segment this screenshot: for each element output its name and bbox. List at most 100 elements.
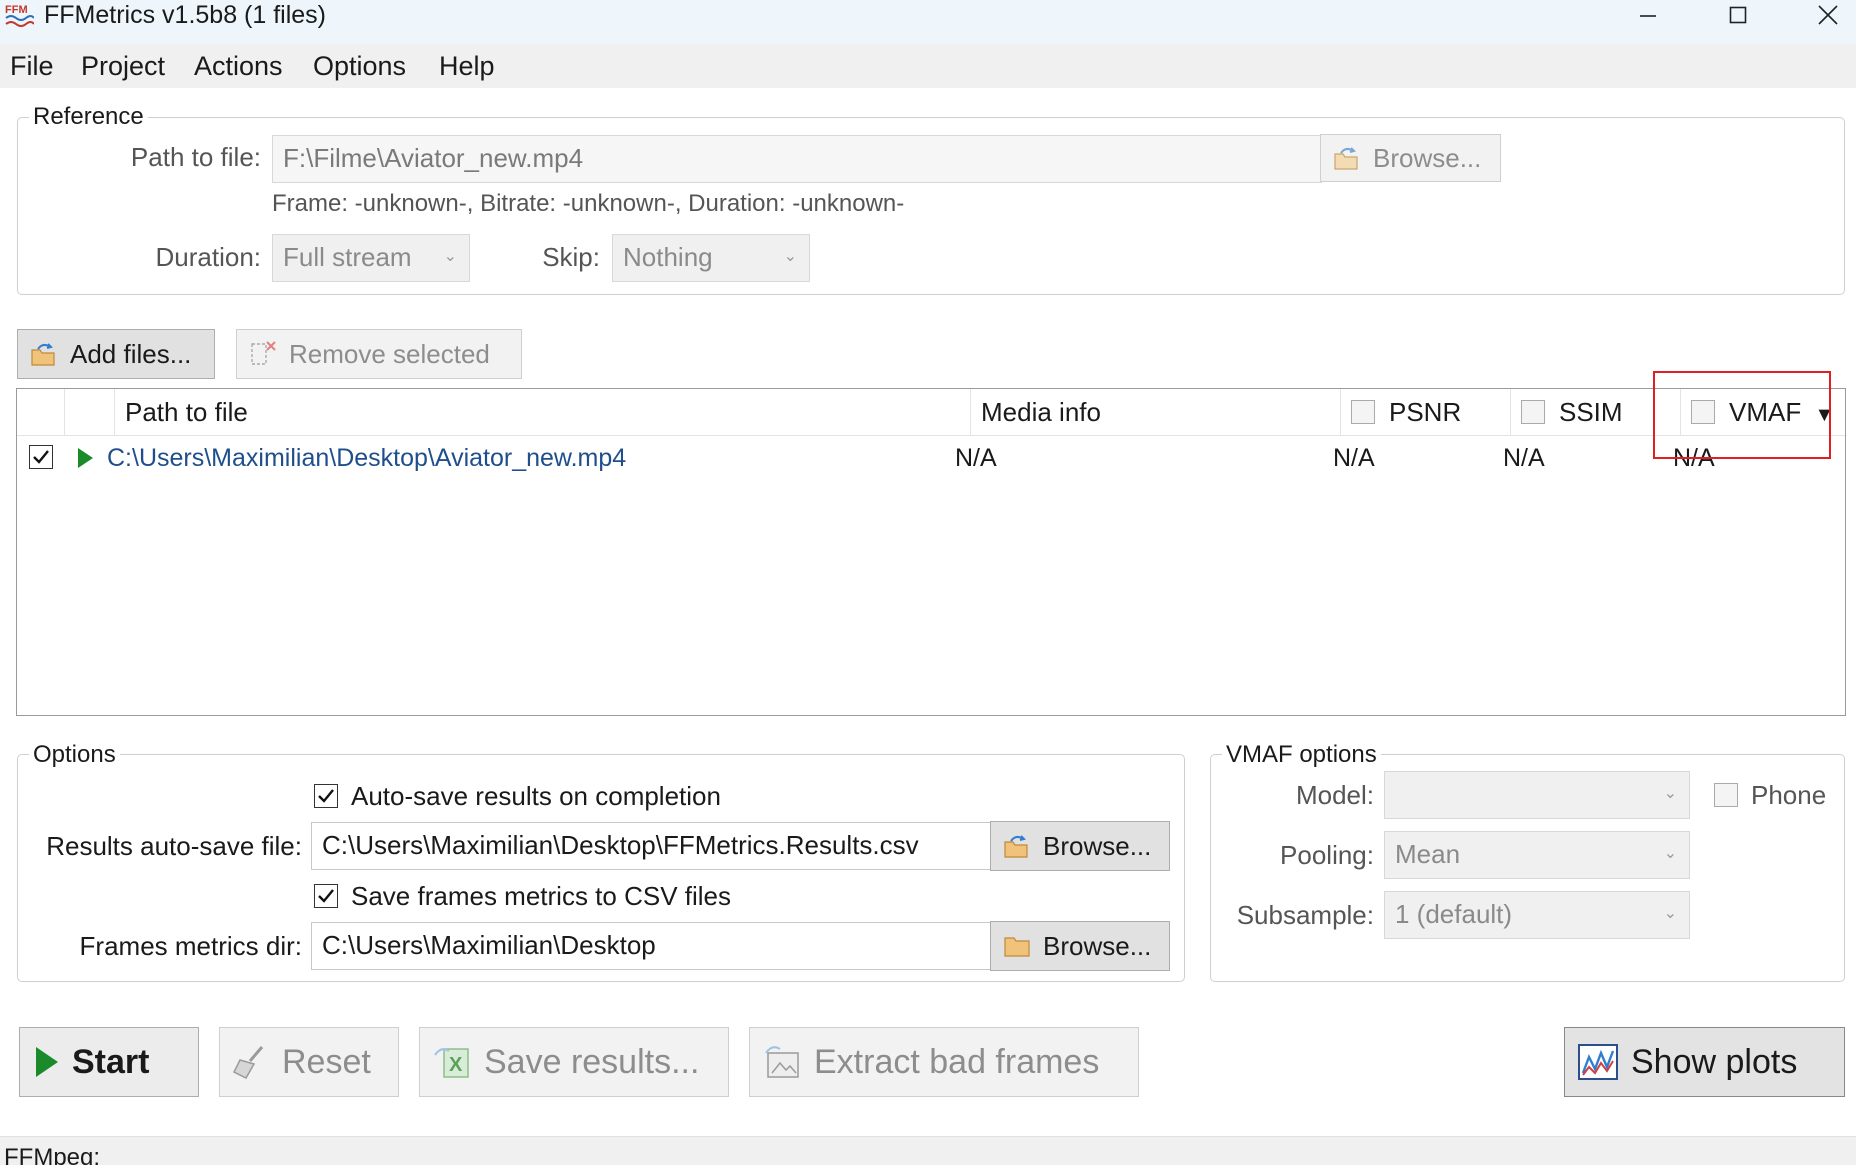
pooling-value: Mean xyxy=(1395,839,1461,869)
ffmpeg-status-text: FFMpeg: xyxy=(4,1144,101,1165)
col-psnr-header[interactable]: PSNR xyxy=(1341,389,1511,435)
play-icon[interactable] xyxy=(75,447,95,469)
menu-file[interactable]: File xyxy=(10,51,54,81)
reset-button[interactable]: Reset xyxy=(219,1027,399,1097)
checkmark-icon xyxy=(318,889,334,903)
start-button[interactable]: Start xyxy=(19,1027,199,1097)
svg-text:FFM: FFM xyxy=(5,4,28,16)
minimize-button[interactable] xyxy=(1618,0,1678,30)
row-path: C:\Users\Maximilian\Desktop\Aviator_new.… xyxy=(107,444,627,472)
save-results-label: Save results... xyxy=(484,1042,700,1081)
reference-path-input[interactable]: F:\Filme\Aviator_new.mp4 xyxy=(272,135,1322,183)
save-frames-checkbox[interactable] xyxy=(314,884,338,908)
chart-icon xyxy=(1578,1044,1618,1080)
open-folder-icon xyxy=(31,343,55,366)
menu-options[interactable]: Options xyxy=(313,51,406,81)
row-checkbox[interactable] xyxy=(29,445,53,469)
col-ssim-label: SSIM xyxy=(1559,397,1623,427)
frames-dir-input[interactable]: C:\Users\Maximilian\Desktop xyxy=(311,922,991,970)
col-play-header xyxy=(65,389,115,435)
file-list[interactable]: Path to file Media info PSNR SSIM VMAF ▼… xyxy=(16,388,1846,716)
window-title: FFMetrics v1.5b8 (1 files) xyxy=(44,1,327,29)
show-plots-label: Show plots xyxy=(1631,1042,1798,1081)
title-bar: FFM FFMetrics v1.5b8 (1 files) xyxy=(0,0,1856,44)
add-files-button[interactable]: Add files... xyxy=(17,329,215,379)
vmaf-highlight-box xyxy=(1653,371,1831,459)
remove-selected-label: Remove selected xyxy=(289,338,490,369)
extract-frames-icon xyxy=(765,1046,799,1078)
folder-icon xyxy=(1004,937,1030,957)
skip-select[interactable]: Nothing ⌄ xyxy=(612,234,810,282)
reference-browse-button[interactable]: Browse... xyxy=(1320,134,1501,182)
checkmark-icon xyxy=(33,450,49,464)
duration-select[interactable]: Full stream ⌄ xyxy=(272,234,470,282)
frames-dir-label: Frames metrics dir: xyxy=(79,931,302,961)
broom-icon xyxy=(232,1046,264,1079)
open-folder-icon xyxy=(1004,835,1028,858)
reference-group-label: Reference xyxy=(29,104,148,130)
status-bar: FFMpeg: xyxy=(0,1136,1856,1165)
close-icon xyxy=(1818,5,1838,25)
add-files-label: Add files... xyxy=(70,338,192,369)
menu-actions[interactable]: Actions xyxy=(194,51,283,81)
menu-project[interactable]: Project xyxy=(81,51,165,81)
menu-help[interactable]: Help xyxy=(439,51,495,81)
skip-label: Skip: xyxy=(542,242,600,272)
reference-info-text: Frame: -unknown-, Bitrate: -unknown-, Du… xyxy=(272,190,905,217)
col-check-header xyxy=(17,389,65,435)
remove-file-icon xyxy=(251,341,276,365)
start-label: Start xyxy=(72,1042,150,1081)
autosave-checkbox[interactable] xyxy=(314,784,338,808)
reference-browse-label: Browse... xyxy=(1373,142,1482,173)
maximize-button[interactable] xyxy=(1708,0,1768,30)
col-psnr-label: PSNR xyxy=(1389,397,1462,427)
open-folder-icon xyxy=(1334,147,1358,170)
results-browse-label: Browse... xyxy=(1043,830,1152,861)
subsample-label: Subsample: xyxy=(1236,900,1374,930)
table-row[interactable]: C:\Users\Maximilian\Desktop\Aviator_new.… xyxy=(17,435,1845,481)
duration-label: Duration: xyxy=(155,242,262,272)
checkmark-icon xyxy=(318,789,334,803)
model-select[interactable]: ⌄ xyxy=(1384,771,1690,819)
play-icon xyxy=(36,1047,58,1077)
save-frames-label[interactable]: Save frames metrics to CSV files xyxy=(351,881,731,911)
pooling-label: Pooling: xyxy=(1280,840,1374,870)
remove-selected-button[interactable]: Remove selected xyxy=(236,329,522,379)
extract-bad-frames-label: Extract bad frames xyxy=(814,1042,1100,1081)
ssim-header-checkbox[interactable] xyxy=(1521,400,1545,424)
phone-label[interactable]: Phone xyxy=(1751,780,1826,810)
excel-export-icon: X xyxy=(434,1048,469,1078)
show-plots-button[interactable]: Show plots xyxy=(1564,1027,1845,1097)
options-group-label: Options xyxy=(29,742,120,768)
reference-path-label: Path to file: xyxy=(130,142,261,172)
results-file-label: Results auto-save file: xyxy=(46,831,302,861)
skip-value: Nothing xyxy=(623,242,713,272)
save-results-button[interactable]: X Save results... xyxy=(419,1027,729,1097)
svg-text:X: X xyxy=(449,1054,463,1076)
model-label: Model: xyxy=(1295,780,1374,810)
extract-bad-frames-button[interactable]: Extract bad frames xyxy=(749,1027,1139,1097)
close-button[interactable] xyxy=(1798,0,1856,30)
subsample-select[interactable]: 1 (default) ⌄ xyxy=(1384,891,1690,939)
phone-checkbox[interactable] xyxy=(1714,783,1738,807)
frames-dir-browse-button[interactable]: Browse... xyxy=(990,921,1170,971)
chevron-down-icon: ⌄ xyxy=(1663,785,1677,802)
autosave-label[interactable]: Auto-save results on completion xyxy=(351,781,721,811)
col-path-header[interactable]: Path to file xyxy=(115,389,971,435)
results-file-input[interactable]: C:\Users\Maximilian\Desktop\FFMetrics.Re… xyxy=(311,822,991,870)
chevron-down-icon: ⌄ xyxy=(783,248,797,265)
row-media-info: N/A xyxy=(955,444,997,472)
subsample-value: 1 (default) xyxy=(1395,899,1513,929)
psnr-header-checkbox[interactable] xyxy=(1351,400,1375,424)
vmaf-options-group-label: VMAF options xyxy=(1222,742,1381,768)
frames-dir-browse-label: Browse... xyxy=(1043,930,1152,961)
minimize-icon xyxy=(1640,15,1656,17)
duration-value: Full stream xyxy=(283,242,412,272)
col-media-header[interactable]: Media info xyxy=(971,389,1341,435)
pooling-select[interactable]: Mean ⌄ xyxy=(1384,831,1690,879)
chevron-down-icon: ⌄ xyxy=(1663,905,1677,922)
results-browse-button[interactable]: Browse... xyxy=(990,821,1170,871)
chevron-down-icon: ⌄ xyxy=(443,248,457,265)
chevron-down-icon: ⌄ xyxy=(1663,845,1677,862)
row-ssim: N/A xyxy=(1503,444,1545,472)
